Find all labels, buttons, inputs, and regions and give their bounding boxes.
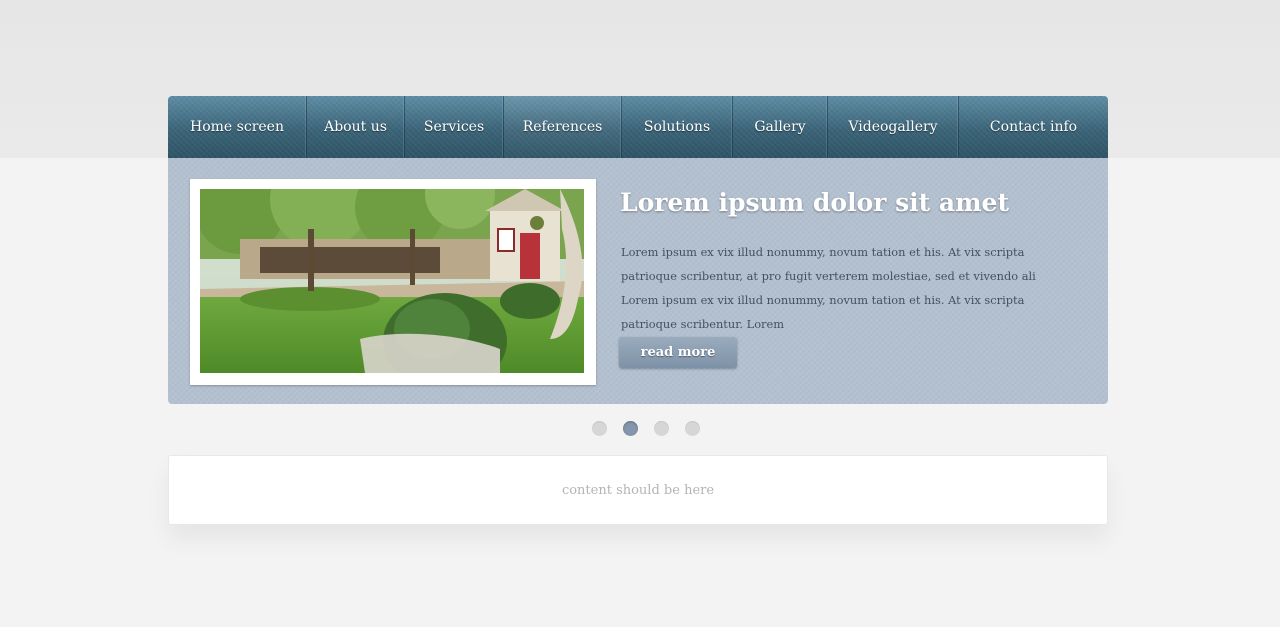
nav-item-contact-info[interactable]: Contact info (959, 96, 1108, 158)
nav-item-home-screen[interactable]: Home screen (168, 96, 307, 158)
read-more-button[interactable]: read more (619, 337, 737, 368)
slide-title: Lorem ipsum dolor sit amet (620, 188, 1010, 217)
content-placeholder-text: content should be here (561, 482, 715, 498)
nav-item-solutions[interactable]: Solutions (622, 96, 733, 158)
featured-slider: Lorem ipsum dolor sit amet Lorem ipsum e… (168, 158, 1108, 404)
slider-dot-1[interactable] (592, 421, 607, 436)
slider-dot-4[interactable] (685, 421, 700, 436)
slide-image[interactable] (200, 189, 584, 373)
nav-item-gallery[interactable]: Gallery (733, 96, 828, 158)
nav-item-references[interactable]: References (504, 96, 622, 158)
main-nav: Home screen About us Services References… (168, 96, 1108, 158)
slider-dot-3[interactable] (654, 421, 669, 436)
slider-pager (592, 421, 700, 437)
slide-text: Lorem ipsum ex vix illud nonummy, novum … (621, 245, 1036, 331)
nav-item-services[interactable]: Services (405, 96, 504, 158)
slide-image-frame (190, 179, 596, 385)
content-area: content should be here (168, 455, 1108, 525)
slider-dot-2[interactable] (623, 421, 638, 436)
nav-item-videogallery[interactable]: Videogallery (828, 96, 959, 158)
nav-item-about-us[interactable]: About us (307, 96, 405, 158)
